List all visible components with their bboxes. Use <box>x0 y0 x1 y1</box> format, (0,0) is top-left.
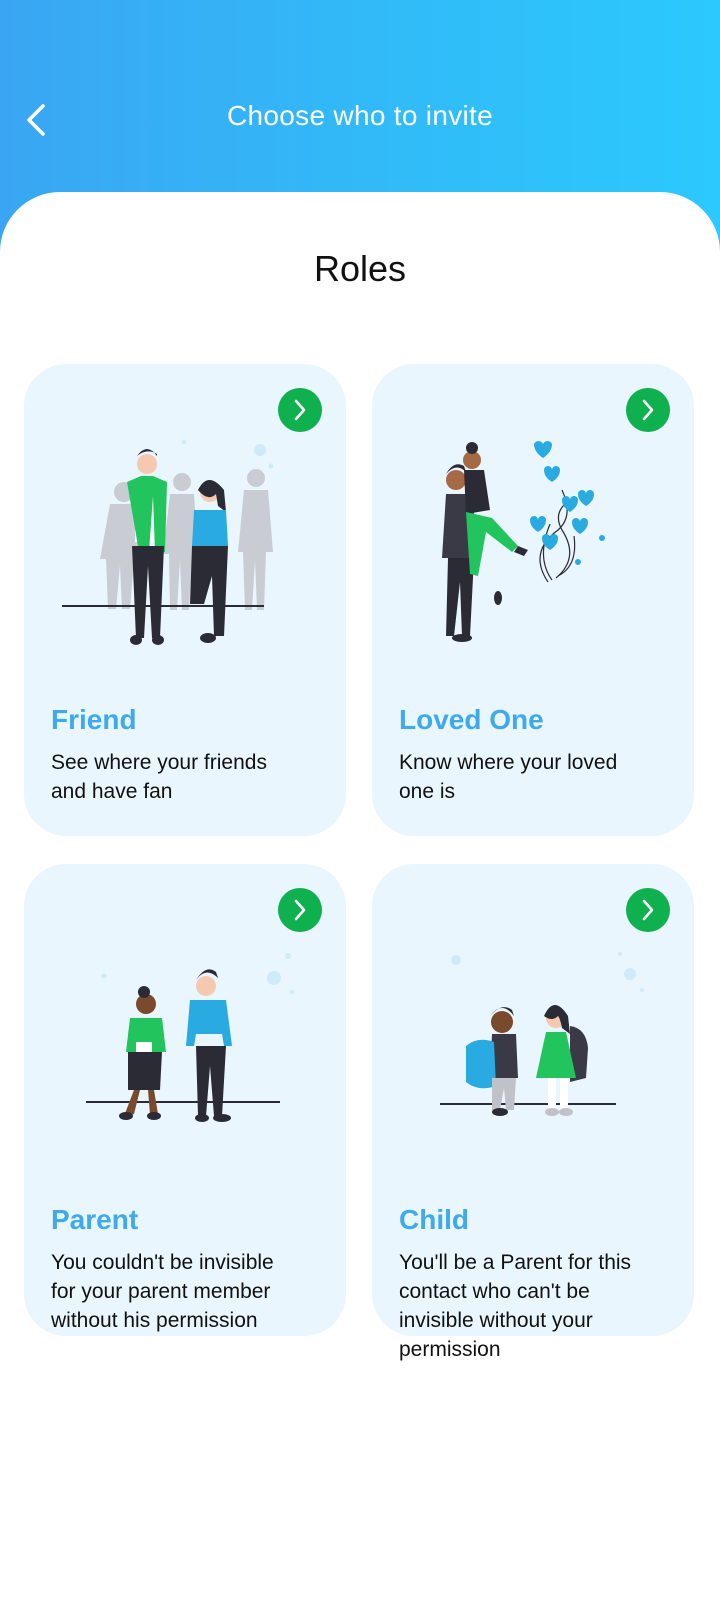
loved-one-title: Loved One <box>399 704 544 735</box>
child-illustration <box>440 952 644 1116</box>
parent-description: You couldn't be invisible for your paren… <box>51 1251 274 1332</box>
child-description: You'll be a Parent for this contact who … <box>399 1251 632 1361</box>
role-card-parent[interactable]: Parent You couldn't be invisible for you… <box>24 864 346 1336</box>
parent-illustration <box>86 953 294 1122</box>
chevron-right-icon <box>294 399 306 421</box>
chevron-right-icon <box>642 899 654 921</box>
loved-one-go-button[interactable] <box>626 388 670 432</box>
friends-illustration <box>62 440 274 645</box>
role-card-friend[interactable]: Friend See where your friends and have f… <box>24 364 346 836</box>
parent-go-button[interactable] <box>278 888 322 932</box>
chevron-right-icon <box>294 899 306 921</box>
invite-screen: Choose who to invite Roles Friend See wh… <box>0 0 720 1600</box>
friend-go-button[interactable] <box>278 388 322 432</box>
loved-one-illustration <box>442 441 605 642</box>
page-title: Choose who to invite <box>227 100 493 131</box>
role-card-child[interactable]: Child You'll be a Parent for this contac… <box>372 864 694 1361</box>
role-card-loved-one[interactable]: Loved One Know where your loved one is <box>372 364 694 836</box>
friend-description: See where your friends and have fan <box>51 751 267 803</box>
chevron-right-icon <box>642 399 654 421</box>
friend-title: Friend <box>51 704 137 735</box>
section-title: Roles <box>313 248 407 289</box>
loved-one-description: Know where your loved one is <box>399 751 618 803</box>
parent-title: Parent <box>51 1204 139 1235</box>
child-go-button[interactable] <box>626 888 670 932</box>
child-title: Child <box>399 1204 469 1235</box>
